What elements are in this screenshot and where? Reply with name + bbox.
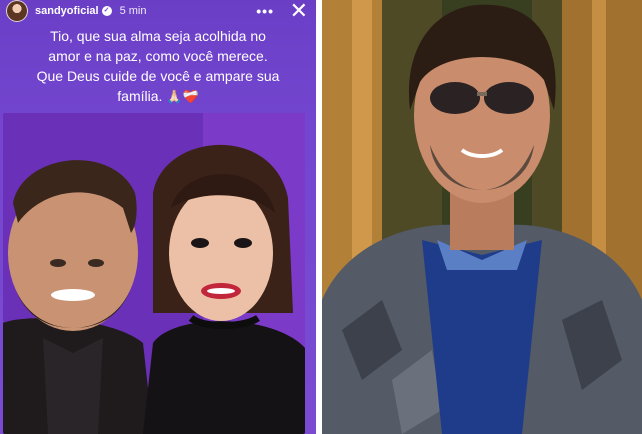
story-photo (3, 113, 305, 434)
instagram-story: sandyoficial ✓ 5 min ••• ✕ Tio, que sua … (0, 0, 316, 434)
close-icon[interactable]: ✕ (290, 0, 308, 22)
caption-emojis: 🙏🏻❤️‍🩹 (166, 89, 199, 104)
story-username[interactable]: sandyoficial (35, 5, 99, 17)
story-time: 5 min (119, 5, 147, 17)
story-caption: Tio, que sua alma seja acolhida no amor … (10, 26, 306, 107)
portrait-illustration (322, 0, 642, 434)
caption-line-text: família. (117, 88, 163, 104)
caption-line: Tio, que sua alma seja acolhida no (50, 28, 266, 44)
avatar[interactable] (6, 0, 28, 22)
more-options-icon[interactable]: ••• (256, 3, 274, 19)
caption-line: Que Deus cuide de você e ampare sua (36, 68, 280, 84)
portrait-photo (322, 0, 642, 434)
caption-line: amor e na paz, como você merece. (48, 48, 268, 64)
story-header: sandyoficial ✓ 5 min ••• ✕ (0, 0, 316, 22)
story-photo-illustration (3, 113, 305, 434)
caption-line: família. 🙏🏻❤️‍🩹 (10, 86, 306, 107)
verified-badge-icon: ✓ (101, 6, 112, 16)
